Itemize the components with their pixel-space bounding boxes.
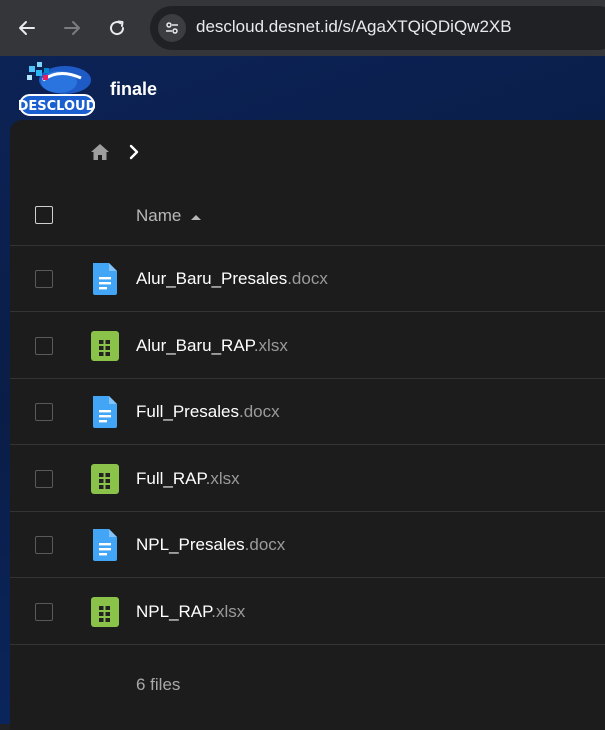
document-icon: [93, 529, 117, 561]
select-all-checkbox[interactable]: [35, 206, 53, 224]
file-extension: .docx: [239, 402, 280, 421]
file-basename: Full_Presales: [136, 402, 239, 421]
file-name[interactable]: Full_RAP.xlsx: [136, 469, 240, 489]
file-type-icon: [90, 462, 120, 496]
file-count: 6 files: [136, 675, 181, 694]
spreadsheet-icon: [91, 463, 119, 494]
file-extension: .xlsx: [211, 601, 246, 621]
reload-icon: [110, 20, 125, 36]
file-extension: .xlsx: [253, 335, 288, 355]
file-basename: NPL_RAP: [136, 601, 212, 621]
arrow-back-icon: [19, 21, 35, 35]
reload-button[interactable]: [101, 12, 133, 44]
spreadsheet-icon: [91, 330, 119, 361]
file-row[interactable]: Full_Presales.docx: [10, 379, 605, 445]
file-name[interactable]: NPL_RAP.xlsx: [136, 602, 245, 622]
address-bar[interactable]: descloud.desnet.id/s/AgaXTQiQDiQw2XB: [150, 6, 605, 50]
name-column-label: Name: [136, 206, 182, 225]
file-row[interactable]: NPL_Presales.docx: [10, 512, 605, 578]
file-type-icon: [90, 329, 120, 363]
table-header: Name: [10, 182, 605, 246]
spreadsheet-icon: [91, 596, 119, 627]
file-extension: .docx: [244, 535, 286, 554]
file-type-icon: [90, 262, 120, 296]
row-checkbox[interactable]: [35, 270, 53, 288]
arrow-forward-icon: [64, 21, 80, 35]
file-row[interactable]: Alur_Baru_Presales.docx: [10, 246, 605, 312]
file-extension: .xlsx: [205, 468, 240, 488]
site-info-button[interactable]: [158, 14, 186, 42]
file-type-icon: [90, 595, 120, 629]
tune-icon: [166, 22, 178, 34]
file-basename: Full_RAP: [136, 468, 206, 488]
file-row[interactable]: Full_RAP.xlsx: [10, 446, 605, 512]
row-checkbox[interactable]: [35, 536, 53, 554]
row-checkbox[interactable]: [35, 336, 53, 355]
file-row[interactable]: Alur_Baru_RAP.xlsx: [10, 313, 605, 379]
file-basename: NPL_Presales: [136, 535, 245, 554]
browser-toolbar: descloud.desnet.id/s/AgaXTQiQDiQw2XB: [0, 0, 605, 56]
file-name[interactable]: Alur_Baru_Presales.docx: [136, 269, 328, 289]
home-icon[interactable]: [90, 143, 110, 161]
back-button[interactable]: [11, 12, 43, 44]
file-extension: .docx: [287, 269, 328, 288]
url-text[interactable]: descloud.desnet.id/s/AgaXTQiQDiQw2XB: [196, 17, 512, 37]
file-type-icon: [90, 528, 120, 562]
file-name[interactable]: NPL_Presales.docx: [136, 535, 285, 555]
row-checkbox[interactable]: [35, 403, 53, 421]
chevron-right-icon: [129, 144, 139, 160]
document-icon: [93, 263, 117, 295]
file-type-icon: [90, 395, 120, 429]
document-icon: [93, 396, 117, 428]
file-name[interactable]: Full_Presales.docx: [136, 402, 280, 422]
descloud-logo[interactable]: DESCLOUD: [18, 60, 97, 116]
file-row[interactable]: NPL_RAP.xlsx: [10, 579, 605, 645]
row-checkbox[interactable]: [35, 469, 53, 488]
name-column-header[interactable]: Name: [136, 206, 202, 226]
svg-text:DESCLOUD: DESCLOUD: [19, 99, 95, 114]
forward-button[interactable]: [56, 12, 88, 44]
row-checkbox[interactable]: [35, 602, 53, 621]
folder-title: finale: [110, 79, 158, 99]
file-basename: Alur_Baru_Presales: [136, 269, 288, 288]
file-basename: Alur_Baru_RAP: [136, 335, 254, 355]
breadcrumb: [90, 142, 140, 162]
file-name[interactable]: Alur_Baru_RAP.xlsx: [136, 336, 288, 356]
sort-ascending-icon: [191, 214, 202, 220]
